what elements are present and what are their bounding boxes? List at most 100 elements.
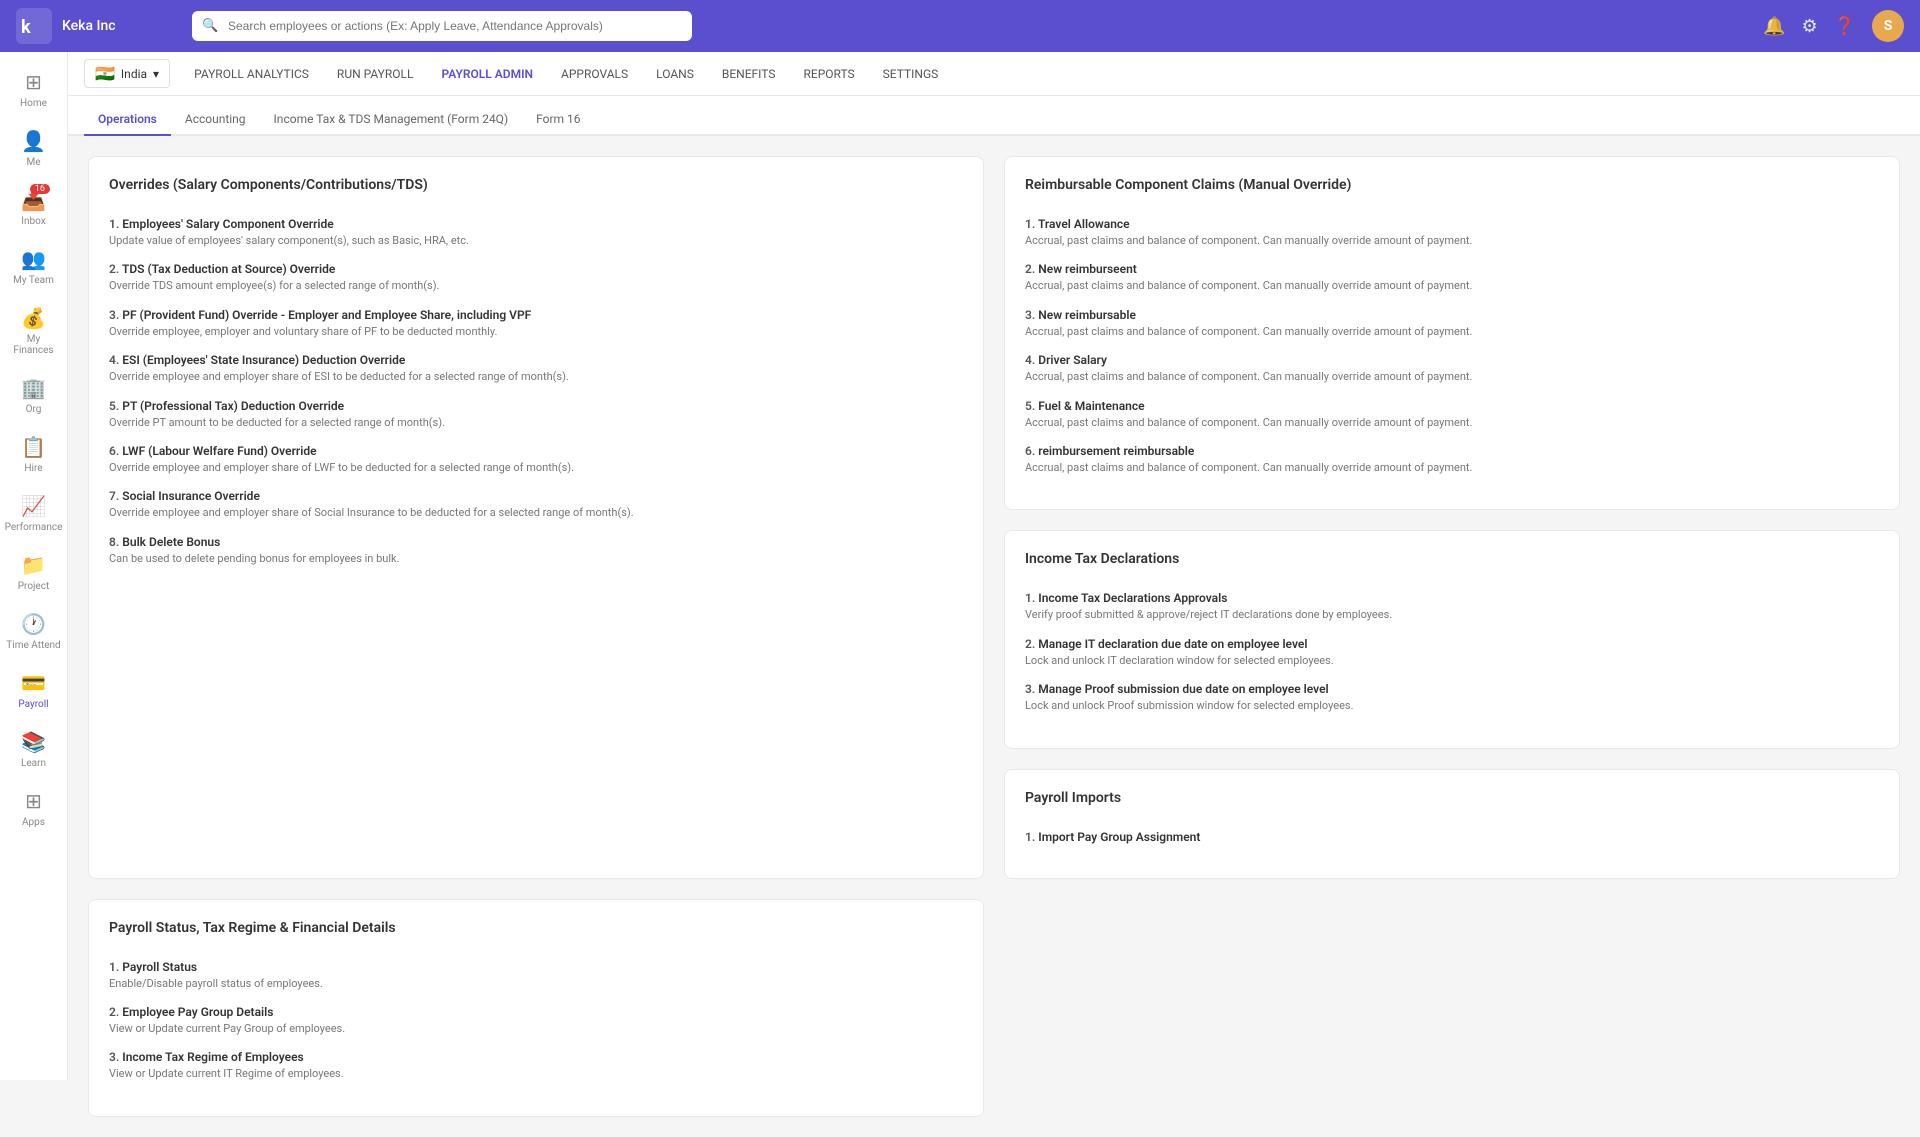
item-title: 2. Employee Pay Group Details — [109, 1005, 963, 1019]
hire-icon: 📋 — [21, 435, 46, 459]
nav-approvals[interactable]: APPROVALS — [549, 61, 640, 87]
list-item[interactable]: 4. Driver Salary Accrual, past claims an… — [1025, 353, 1879, 384]
income-tax-section: Income Tax Declarations 1. Income Tax De… — [1004, 530, 1900, 748]
list-item[interactable]: 6. reimbursement reimbursable Accrual, p… — [1025, 444, 1879, 475]
sidebar-item-home[interactable]: ⊞ Home — [0, 60, 67, 119]
tab-operations[interactable]: Operations — [84, 104, 171, 136]
list-item[interactable]: 6. LWF (Labour Welfare Fund) Override Ov… — [109, 444, 963, 475]
item-title: 5. Fuel & Maintenance — [1025, 399, 1879, 413]
help-icon[interactable]: ❓ — [1834, 16, 1856, 37]
list-item[interactable]: 3. New reimbursable Accrual, past claims… — [1025, 308, 1879, 339]
tab-income-tax[interactable]: Income Tax & TDS Management (Form 24Q) — [260, 104, 523, 136]
payroll-status-title: Payroll Status, Tax Regime & Financial D… — [109, 920, 963, 944]
nav-reports[interactable]: REPORTS — [791, 61, 866, 87]
sidebar: ⊞ Home 👤 Me 📥 16 Inbox 👥 My Team 💰 My Fi… — [0, 52, 68, 1080]
svg-text:k: k — [21, 17, 31, 38]
sidebar-label-hire: Hire — [24, 463, 42, 474]
country-label: India — [121, 67, 147, 81]
item-desc: Override TDS amount employee(s) for a se… — [109, 278, 963, 293]
nav-loans[interactable]: LOANS — [644, 61, 706, 87]
list-item[interactable]: 2. Employee Pay Group Details View or Up… — [109, 1005, 963, 1036]
sidebar-item-inbox[interactable]: 📥 16 Inbox — [0, 178, 67, 237]
item-title: 3. Manage Proof submission due date on e… — [1025, 682, 1879, 696]
tab-bar: Operations Accounting Income Tax & TDS M… — [68, 96, 1920, 136]
me-icon: 👤 — [21, 129, 46, 153]
item-desc: Override employee and employer share of … — [109, 460, 963, 475]
logo-area: k Keka Inc — [16, 8, 176, 44]
list-item[interactable]: 3. Manage Proof submission due date on e… — [1025, 682, 1879, 713]
list-item[interactable]: 8. Bulk Delete Bonus Can be used to dele… — [109, 535, 963, 566]
item-desc: Update value of employees' salary compon… — [109, 233, 963, 248]
sidebar-label-my-finances: My Finances — [6, 334, 61, 356]
avatar[interactable]: S — [1872, 10, 1904, 42]
sidebar-item-learn[interactable]: 📚 Learn — [0, 720, 67, 779]
list-item[interactable]: 7. Social Insurance Override Override em… — [109, 489, 963, 520]
search-icon: 🔍 — [202, 19, 218, 34]
notifications-icon[interactable]: 🔔 — [1763, 16, 1785, 37]
sidebar-item-me[interactable]: 👤 Me — [0, 119, 67, 178]
sidebar-item-hire[interactable]: 📋 Hire — [0, 425, 67, 484]
list-item[interactable]: 3. Income Tax Regime of Employees View o… — [109, 1050, 963, 1081]
item-title: 1. Travel Allowance — [1025, 217, 1879, 231]
list-item[interactable]: 2. TDS (Tax Deduction at Source) Overrid… — [109, 262, 963, 293]
list-item[interactable]: 1. Employees' Salary Component Override … — [109, 217, 963, 248]
nav-payroll-admin[interactable]: PAYROLL ADMIN — [429, 61, 545, 87]
sidebar-label-payroll: Payroll — [18, 699, 48, 710]
item-desc: Enable/Disable payroll status of employe… — [109, 976, 963, 991]
team-icon: 👥 — [21, 247, 46, 271]
list-item[interactable]: 1. Payroll Status Enable/Disable payroll… — [109, 960, 963, 991]
payroll-icon: 💳 — [21, 671, 46, 695]
settings-icon[interactable]: ⚙ — [1801, 16, 1817, 37]
sidebar-item-project[interactable]: 📁 Project — [0, 543, 67, 602]
list-item[interactable]: 5. Fuel & Maintenance Accrual, past clai… — [1025, 399, 1879, 430]
project-icon: 📁 — [21, 553, 46, 577]
item-desc: Override employee and employer share of … — [109, 505, 963, 520]
sidebar-label-learn: Learn — [21, 758, 46, 769]
sidebar-item-performance[interactable]: 📈 Performance — [0, 484, 67, 543]
item-title: 2. New reimburseent — [1025, 262, 1879, 276]
nav-payroll-analytics[interactable]: PAYROLL ANALYTICS — [182, 61, 321, 87]
list-item[interactable]: 1. Travel Allowance Accrual, past claims… — [1025, 217, 1879, 248]
country-selector[interactable]: 🇮🇳 India ▾ — [84, 59, 170, 88]
sidebar-item-my-team[interactable]: 👥 My Team — [0, 237, 67, 296]
list-item[interactable]: 2. New reimburseent Accrual, past claims… — [1025, 262, 1879, 293]
nav-run-payroll[interactable]: RUN PAYROLL — [325, 61, 426, 87]
tab-accounting[interactable]: Accounting — [171, 104, 260, 136]
list-item[interactable]: 1. Import Pay Group Assignment — [1025, 830, 1879, 844]
item-desc: Override PT amount to be deducted for a … — [109, 415, 963, 430]
search-input[interactable] — [192, 11, 692, 41]
item-title: 3. Income Tax Regime of Employees — [109, 1050, 963, 1064]
time-icon: 🕐 — [21, 612, 46, 636]
top-nav-right: 🔔 ⚙ ❓ S — [1763, 10, 1904, 42]
sidebar-label-time: Time Attend — [6, 640, 60, 651]
item-title: 5. PT (Professional Tax) Deduction Overr… — [109, 399, 963, 413]
list-item[interactable]: 2. Manage IT declaration due date on emp… — [1025, 637, 1879, 668]
performance-icon: 📈 — [21, 494, 46, 518]
nav-settings[interactable]: SETTINGS — [871, 61, 951, 87]
top-navigation: k Keka Inc 🔍 🔔 ⚙ ❓ S — [0, 0, 1920, 52]
sidebar-item-time[interactable]: 🕐 Time Attend — [0, 602, 67, 661]
reimbursable-list: 1. Travel Allowance Accrual, past claims… — [1025, 217, 1879, 475]
list-item[interactable]: 3. PF (Provident Fund) Override - Employ… — [109, 308, 963, 339]
company-name: Keka Inc — [62, 18, 116, 34]
main-content: Overrides (Salary Components/Contributio… — [68, 136, 1920, 1137]
list-item[interactable]: 5. PT (Professional Tax) Deduction Overr… — [109, 399, 963, 430]
list-item[interactable]: 1. Income Tax Declarations Approvals Ver… — [1025, 591, 1879, 622]
income-tax-list: 1. Income Tax Declarations Approvals Ver… — [1025, 591, 1879, 713]
sidebar-item-apps[interactable]: ⊞ Apps — [0, 779, 67, 838]
item-desc: Accrual, past claims and balance of comp… — [1025, 324, 1879, 339]
item-title: 8. Bulk Delete Bonus — [109, 535, 963, 549]
reimbursable-title: Reimbursable Component Claims (Manual Ov… — [1025, 177, 1879, 201]
inbox-badge: 16 — [30, 184, 50, 194]
sidebar-item-payroll[interactable]: 💳 Payroll — [0, 661, 67, 720]
sidebar-item-my-finances[interactable]: 💰 My Finances — [0, 296, 67, 366]
list-item[interactable]: 4. ESI (Employees' State Insurance) Dedu… — [109, 353, 963, 384]
item-title: 7. Social Insurance Override — [109, 489, 963, 503]
sidebar-label-apps: Apps — [22, 817, 45, 828]
org-icon: 🏢 — [21, 376, 46, 400]
nav-benefits[interactable]: BENEFITS — [710, 61, 788, 87]
secondary-navigation: 🇮🇳 India ▾ PAYROLL ANALYTICS RUN PAYROLL… — [68, 52, 1920, 96]
sidebar-item-org[interactable]: 🏢 Org — [0, 366, 67, 425]
item-desc: Override employee, employer and voluntar… — [109, 324, 963, 339]
tab-form-16[interactable]: Form 16 — [522, 104, 594, 136]
